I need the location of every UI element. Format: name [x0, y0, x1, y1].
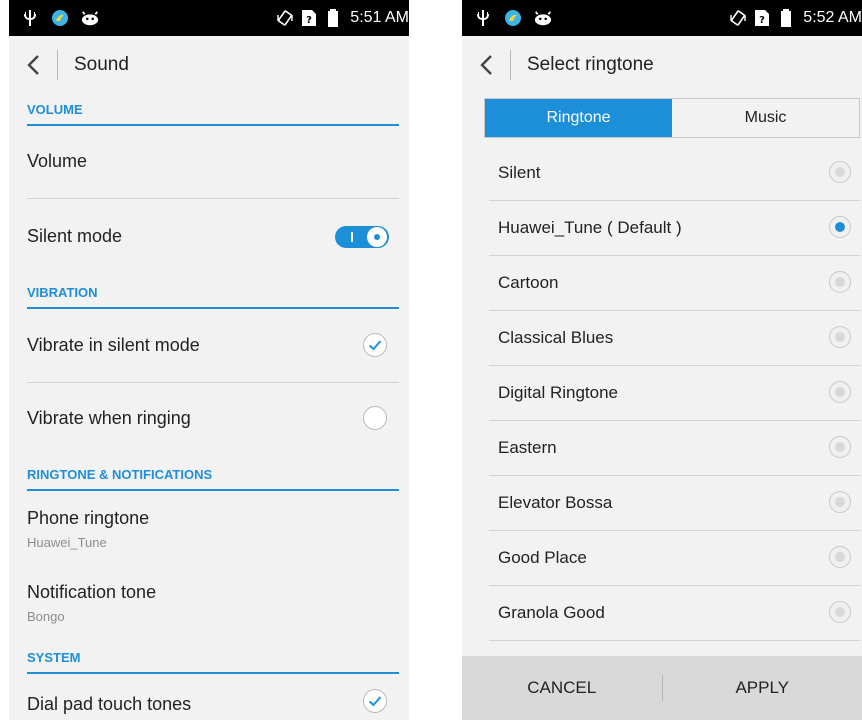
vibrate-icon [729, 9, 747, 27]
notification-tone-value: Bongo [27, 609, 65, 624]
ringtone-radio[interactable] [829, 436, 851, 458]
list-item[interactable]: Cartoon [489, 255, 857, 310]
vibrate-ringing-label: Vibrate when ringing [27, 408, 191, 428]
app-notification-icon [51, 9, 69, 27]
svg-text:?: ? [759, 15, 765, 26]
list-item[interactable]: Silent [489, 145, 857, 200]
title-divider [510, 50, 511, 80]
silent-mode-toggle[interactable] [335, 226, 389, 248]
list-item[interactable]: Classical Blues [489, 310, 857, 365]
page-title: Sound [74, 54, 129, 75]
status-time: 5:51 AM [350, 9, 409, 26]
chevron-left-icon [27, 55, 39, 75]
tab-ringtone[interactable]: Ringtone [485, 99, 672, 137]
list-item[interactable]: Huawei_Tune ( Default ) [489, 200, 857, 255]
chevron-left-icon [480, 55, 492, 75]
ringtone-radio[interactable] [829, 216, 851, 238]
list-item[interactable]: Granola Good [489, 585, 857, 640]
notification-tone-item[interactable]: Notification tone Bongo [27, 582, 399, 624]
dial-pad-item[interactable]: Dial pad touch tones [27, 689, 399, 720]
back-button[interactable] [464, 36, 508, 94]
usb-icon [474, 9, 492, 27]
title-divider [57, 50, 58, 80]
list-item[interactable]: Eastern [489, 420, 857, 475]
tab-music[interactable]: Music [672, 99, 859, 137]
app-notification-icon [504, 9, 522, 27]
usb-icon [21, 9, 39, 27]
volume-item[interactable]: Volume [27, 151, 399, 172]
section-ringtone-notifications: RINGTONE & NOTIFICATIONS [27, 465, 399, 491]
ringtone-radio[interactable] [829, 271, 851, 293]
status-bar: ? 5:52 AM [462, 0, 862, 36]
ringtone-label: Silent [498, 163, 541, 182]
list-item[interactable]: Elevator Bossa [489, 475, 857, 530]
phone-ringtone-value: Huawei_Tune [27, 535, 107, 550]
sim-icon: ? [300, 9, 318, 27]
status-bar: ? 5:51 AM [9, 0, 409, 36]
ringtone-label: Classical Blues [498, 328, 614, 347]
ringtone-radio[interactable] [829, 381, 851, 403]
apply-button[interactable]: APPLY [663, 678, 862, 698]
ringtone-radio[interactable] [829, 161, 851, 183]
battery-icon [324, 9, 342, 27]
vibrate-silent-item[interactable]: Vibrate in silent mode [27, 333, 399, 363]
cancel-button[interactable]: CANCEL [462, 678, 662, 698]
vibrate-icon [276, 9, 294, 27]
ringtone-label: Cartoon [498, 273, 559, 292]
section-volume: VOLUME [27, 100, 399, 126]
status-time: 5:52 AM [803, 9, 862, 26]
ringtone-radio[interactable] [829, 491, 851, 513]
sound-settings-screen: ? 5:51 AM Sound VOLUME Volume Silent mod… [9, 0, 409, 720]
sim-icon: ? [753, 9, 771, 27]
ringtone-label: Granola Good [498, 603, 605, 622]
notification-tone-label: Notification tone [27, 582, 157, 602]
volume-label: Volume [27, 151, 88, 171]
phone-ringtone-label: Phone ringtone [27, 508, 150, 528]
android-icon [81, 9, 99, 27]
vibrate-silent-checkbox[interactable] [363, 333, 387, 357]
ringtone-radio[interactable] [829, 546, 851, 568]
section-system: SYSTEM [27, 648, 399, 674]
checkmark-icon [368, 340, 382, 351]
ringtone-radio[interactable] [829, 326, 851, 348]
back-button[interactable] [11, 36, 55, 94]
ringtone-label: Elevator Bossa [498, 493, 613, 512]
page-title: Select ringtone [527, 54, 654, 75]
dial-pad-checkbox[interactable] [363, 689, 387, 713]
ringtone-label: Eastern [498, 438, 557, 457]
checkmark-icon [368, 696, 382, 707]
ringtone-label: Huawei_Tune ( Default ) [498, 218, 682, 237]
ringtone-tabs: Ringtone Music [484, 98, 860, 138]
app-bar: Sound [9, 36, 409, 94]
vibrate-ringing-checkbox[interactable] [363, 406, 387, 430]
divider [27, 382, 399, 383]
list-item[interactable]: Good Place [489, 530, 857, 585]
select-ringtone-screen: ? 5:52 AM Select ringtone Ringtone Music… [462, 0, 862, 720]
divider [27, 198, 399, 199]
silent-mode-item[interactable]: Silent mode [27, 226, 399, 256]
list-item[interactable]: Digital Ringtone [489, 365, 857, 420]
ringtone-radio[interactable] [829, 601, 851, 623]
dialog-actions: CANCEL APPLY [462, 656, 862, 720]
battery-icon [777, 9, 795, 27]
section-vibration: VIBRATION [27, 283, 399, 309]
vibrate-ringing-item[interactable]: Vibrate when ringing [27, 406, 399, 436]
dial-pad-label: Dial pad touch tones [27, 694, 192, 714]
svg-text:?: ? [306, 15, 312, 26]
ringtone-label: Good Place [498, 548, 587, 567]
vibrate-silent-label: Vibrate in silent mode [27, 335, 200, 355]
phone-ringtone-item[interactable]: Phone ringtone Huawei_Tune [27, 508, 399, 550]
android-icon [534, 9, 552, 27]
app-bar: Select ringtone [462, 36, 862, 94]
ringtone-label: Digital Ringtone [498, 383, 619, 402]
